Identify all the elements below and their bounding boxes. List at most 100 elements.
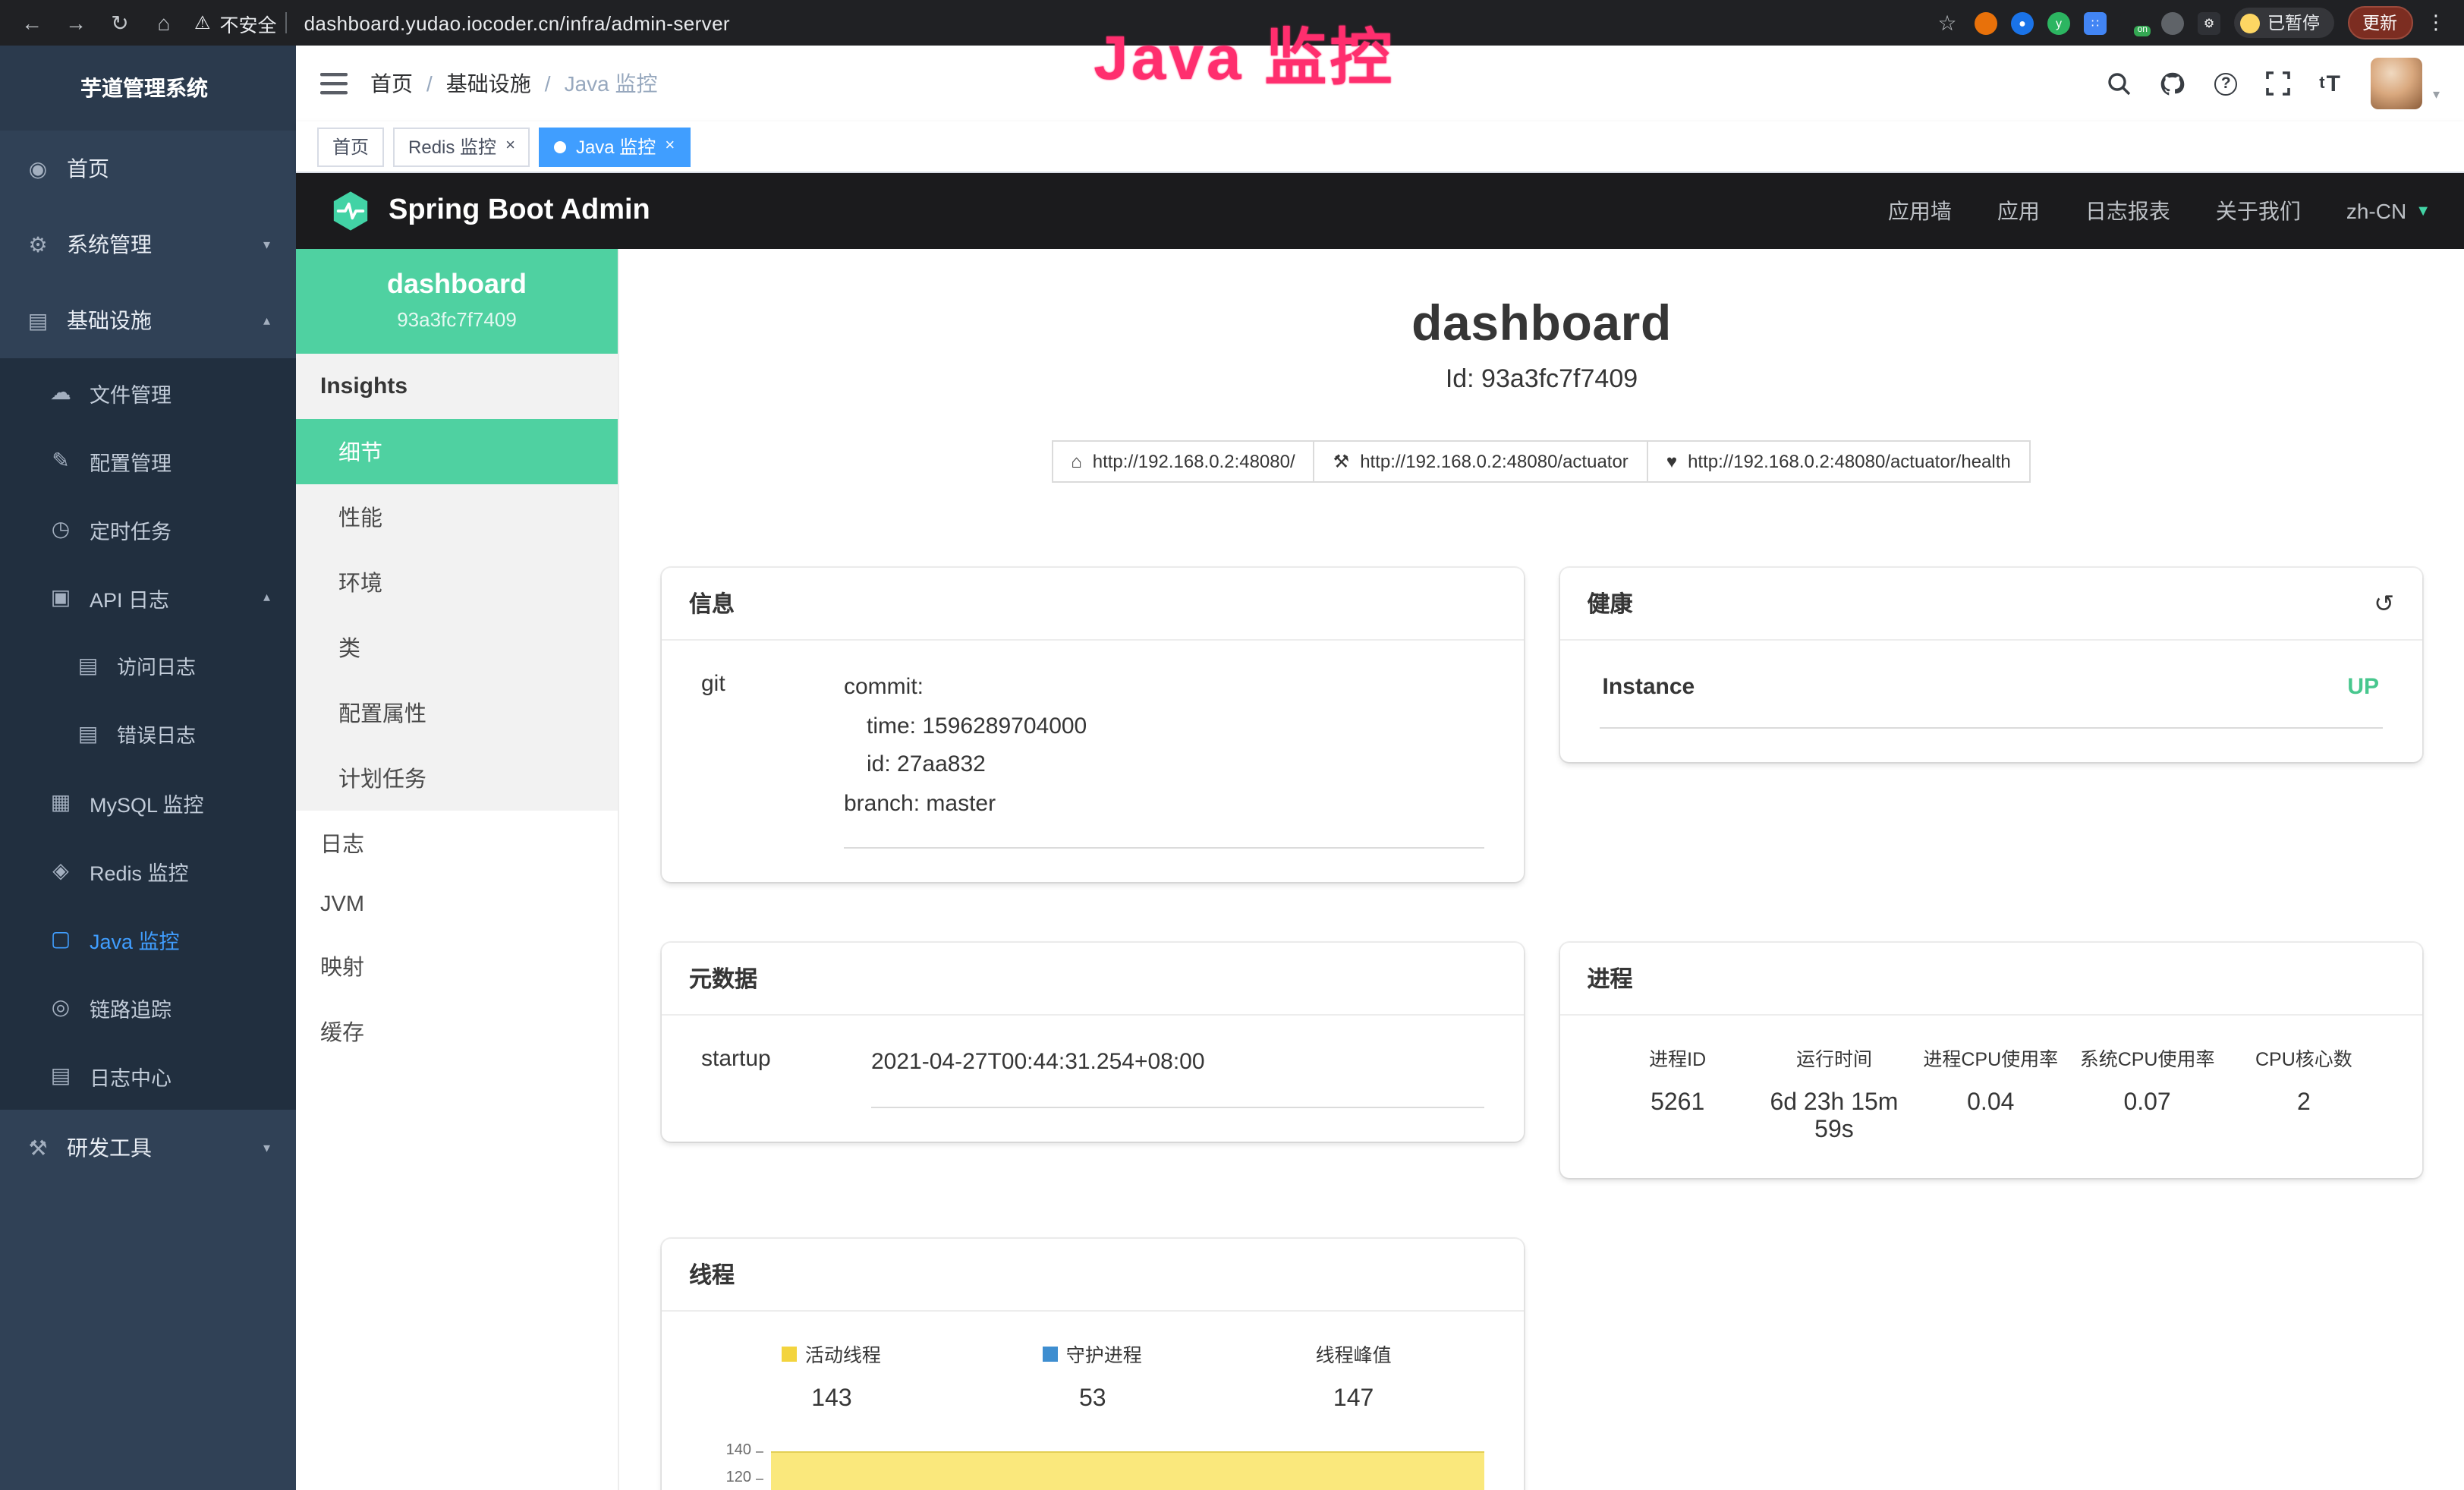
browser-menu-kebab-icon[interactable]: ⋮ [2426,11,2446,35]
sidebar-item-scheduled-tasks[interactable]: ◷ 定时任务 [0,495,296,563]
github-icon[interactable] [2160,71,2186,96]
git-id-line: id: 27aa832 [844,745,1484,784]
process-card-header: 进程 [1560,943,2422,1016]
sidebar-item-system-management[interactable]: ⚙ 系统管理 ▾ [0,206,296,282]
sidebar-item-dev-tools[interactable]: ⚒ 研发工具 ▾ [0,1110,296,1186]
sidebar-item-label: 系统管理 [67,229,152,260]
address-bar[interactable]: dashboard.yudao.iocoder.cn/infra/admin-s… [304,11,730,34]
breadcrumb-separator: / [426,71,433,96]
sidebar-item-mysql-monitor[interactable]: ▦ MySQL 监控 [0,768,296,836]
metadata-card-header: 元数据 [662,943,1524,1016]
back-icon[interactable]: ← [18,11,46,35]
close-icon[interactable]: × [505,138,515,155]
reload-icon[interactable]: ↻ [106,10,134,36]
sba-instance-header[interactable]: dashboard 93a3fc7f7409 [296,249,618,354]
edit-icon: ✎ [49,448,73,474]
close-icon[interactable]: × [665,138,675,155]
update-button[interactable]: 更新 [2347,6,2412,39]
redis-icon: ◈ [49,858,73,884]
tag-redis-monitor[interactable]: Redis 监控 × [393,127,530,166]
card-title: 线程 [689,1258,735,1290]
git-branch-line: branch: master [844,784,1484,823]
sidebar-item-trace[interactable]: ◎ 链路追踪 [0,973,296,1041]
sidebar-item-redis-monitor[interactable]: ◈ Redis 监控 [0,836,296,905]
sba-menu-mappings[interactable]: 映射 [296,934,618,999]
font-size-icon[interactable]: tT [2319,71,2342,96]
sidebar-item-infrastructure[interactable]: ▤ 基础设施 ▴ [0,282,296,358]
info-card-header: 信息 [662,568,1524,641]
sba-nav-about[interactable]: 关于我们 [2216,196,2301,226]
tag-label: 首页 [332,134,369,159]
forward-icon[interactable]: → [62,11,90,35]
home-icon[interactable]: ⌂ [150,11,178,35]
breadcrumb-infrastructure[interactable]: 基础设施 [446,68,531,99]
sba-menu-jvm[interactable]: JVM [296,876,618,934]
toolbox-icon: ⚒ [26,1135,50,1161]
sidebar-collapse-icon[interactable] [320,71,348,96]
sba-menu-details[interactable]: 细节 [296,419,618,484]
screen: ← → ↻ ⌂ ⚠ 不安全 dashboard.yudao.iocoder.cn… [0,0,2464,1490]
paused-badge[interactable]: 已暂停 [2234,8,2333,38]
info-value: commit: time: 1596289704000 id: 27aa832 … [844,668,1484,849]
page-title: dashboard [662,295,2422,352]
tag-java-monitor[interactable]: Java 监控 × [540,127,690,166]
document-icon: ▤ [76,653,100,679]
annotation-java-monitor: Java 监控 [1094,6,1395,97]
sidebar-item-file-management[interactable]: ☁ 文件管理 [0,358,296,427]
extension-icon-7[interactable]: ⚙ [2198,11,2220,34]
card-title: 元数据 [689,962,757,994]
site-security-chip[interactable]: ⚠ 不安全 [194,8,288,37]
history-icon[interactable]: ↺ [2374,588,2394,619]
sidebar-item-java-monitor[interactable]: ▢ Java 监控 [0,905,296,973]
user-avatar[interactable] [2371,58,2422,109]
instance-id: 93a3fc7f7409 [308,308,606,331]
breadcrumb-home[interactable]: 首页 [370,68,413,99]
sba-menu-logs[interactable]: 日志 [296,811,618,876]
locale-label: zh-CN [2346,199,2406,223]
extension-icon-5[interactable]: on [2120,11,2148,34]
sidebar-item-label: 访问日志 [117,651,196,680]
fullscreen-icon[interactable] [2266,71,2290,96]
home-icon: ⌂ [1071,451,1082,472]
sidebar-item-error-logs[interactable]: ▤ 错误日志 [0,700,296,768]
health-row-label: Instance [1603,674,1695,700]
health-card-header: 健康 ↺ [1560,568,2422,641]
sba-menu-config-properties[interactable]: 配置属性 [296,680,618,745]
extension-icon-2[interactable]: ● [2011,11,2034,34]
sidebar-item-label: 首页 [67,153,109,184]
bookmark-star-icon[interactable]: ☆ [1934,10,1961,36]
extension-icon-6[interactable] [2161,11,2184,34]
sidebar-item-home[interactable]: ◉ 首页 [0,131,296,206]
chevron-up-icon: ▴ [263,312,270,329]
sba-locale-select[interactable]: zh-CN ▼ [2346,199,2431,223]
sba-menu-caches[interactable]: 缓存 [296,999,618,1064]
help-icon[interactable]: ? [2214,72,2237,95]
sidebar-item-api-logs[interactable]: ▣ API 日志 ▴ [0,563,296,632]
service-url-link[interactable]: ⌂ http://192.168.0.2:48080/ [1051,440,1314,483]
sba-brand-link[interactable]: Spring Boot Admin [329,190,650,232]
sba-nav-journal[interactable]: 日志报表 [2085,196,2170,226]
sba-menu-performance[interactable]: 性能 [296,484,618,550]
health-url-link[interactable]: ♥ http://192.168.0.2:48080/actuator/heal… [1647,440,2031,483]
link-url: http://192.168.0.2:48080/actuator/health [1688,451,2011,472]
sidebar-item-access-logs[interactable]: ▤ 访问日志 [0,632,296,700]
sidebar-item-label: Java 监控 [90,924,180,954]
sba-nav-wallboard[interactable]: 应用墙 [1888,196,1952,226]
app-logo-row[interactable]: 芋道管理系统 [0,46,296,131]
extension-icon-4[interactable]: ∷ [2084,11,2107,34]
tag-home[interactable]: 首页 [317,127,384,166]
sidebar-item-config-management[interactable]: ✎ 配置管理 [0,427,296,495]
search-icon[interactable] [2107,71,2131,96]
sidebar-item-log-center[interactable]: ▤ 日志中心 [0,1041,296,1110]
sba-menu-classes[interactable]: 类 [296,615,618,680]
sba-nav-applications[interactable]: 应用 [1997,196,2040,226]
extension-icon-1[interactable] [1975,11,1997,34]
warning-icon: ⚠ [194,12,211,33]
sba-menu-scheduled-tasks[interactable]: 计划任务 [296,745,618,811]
git-commit-line: commit: [844,668,1484,707]
health-card: 健康 ↺ Instance UP [1560,568,2422,762]
extension-icon-3[interactable]: y [2047,11,2070,34]
actuator-url-link[interactable]: ⚒ http://192.168.0.2:48080/actuator [1314,440,1648,483]
sidebar-item-label: Redis 监控 [90,855,189,886]
sba-menu-environment[interactable]: 环境 [296,550,618,615]
